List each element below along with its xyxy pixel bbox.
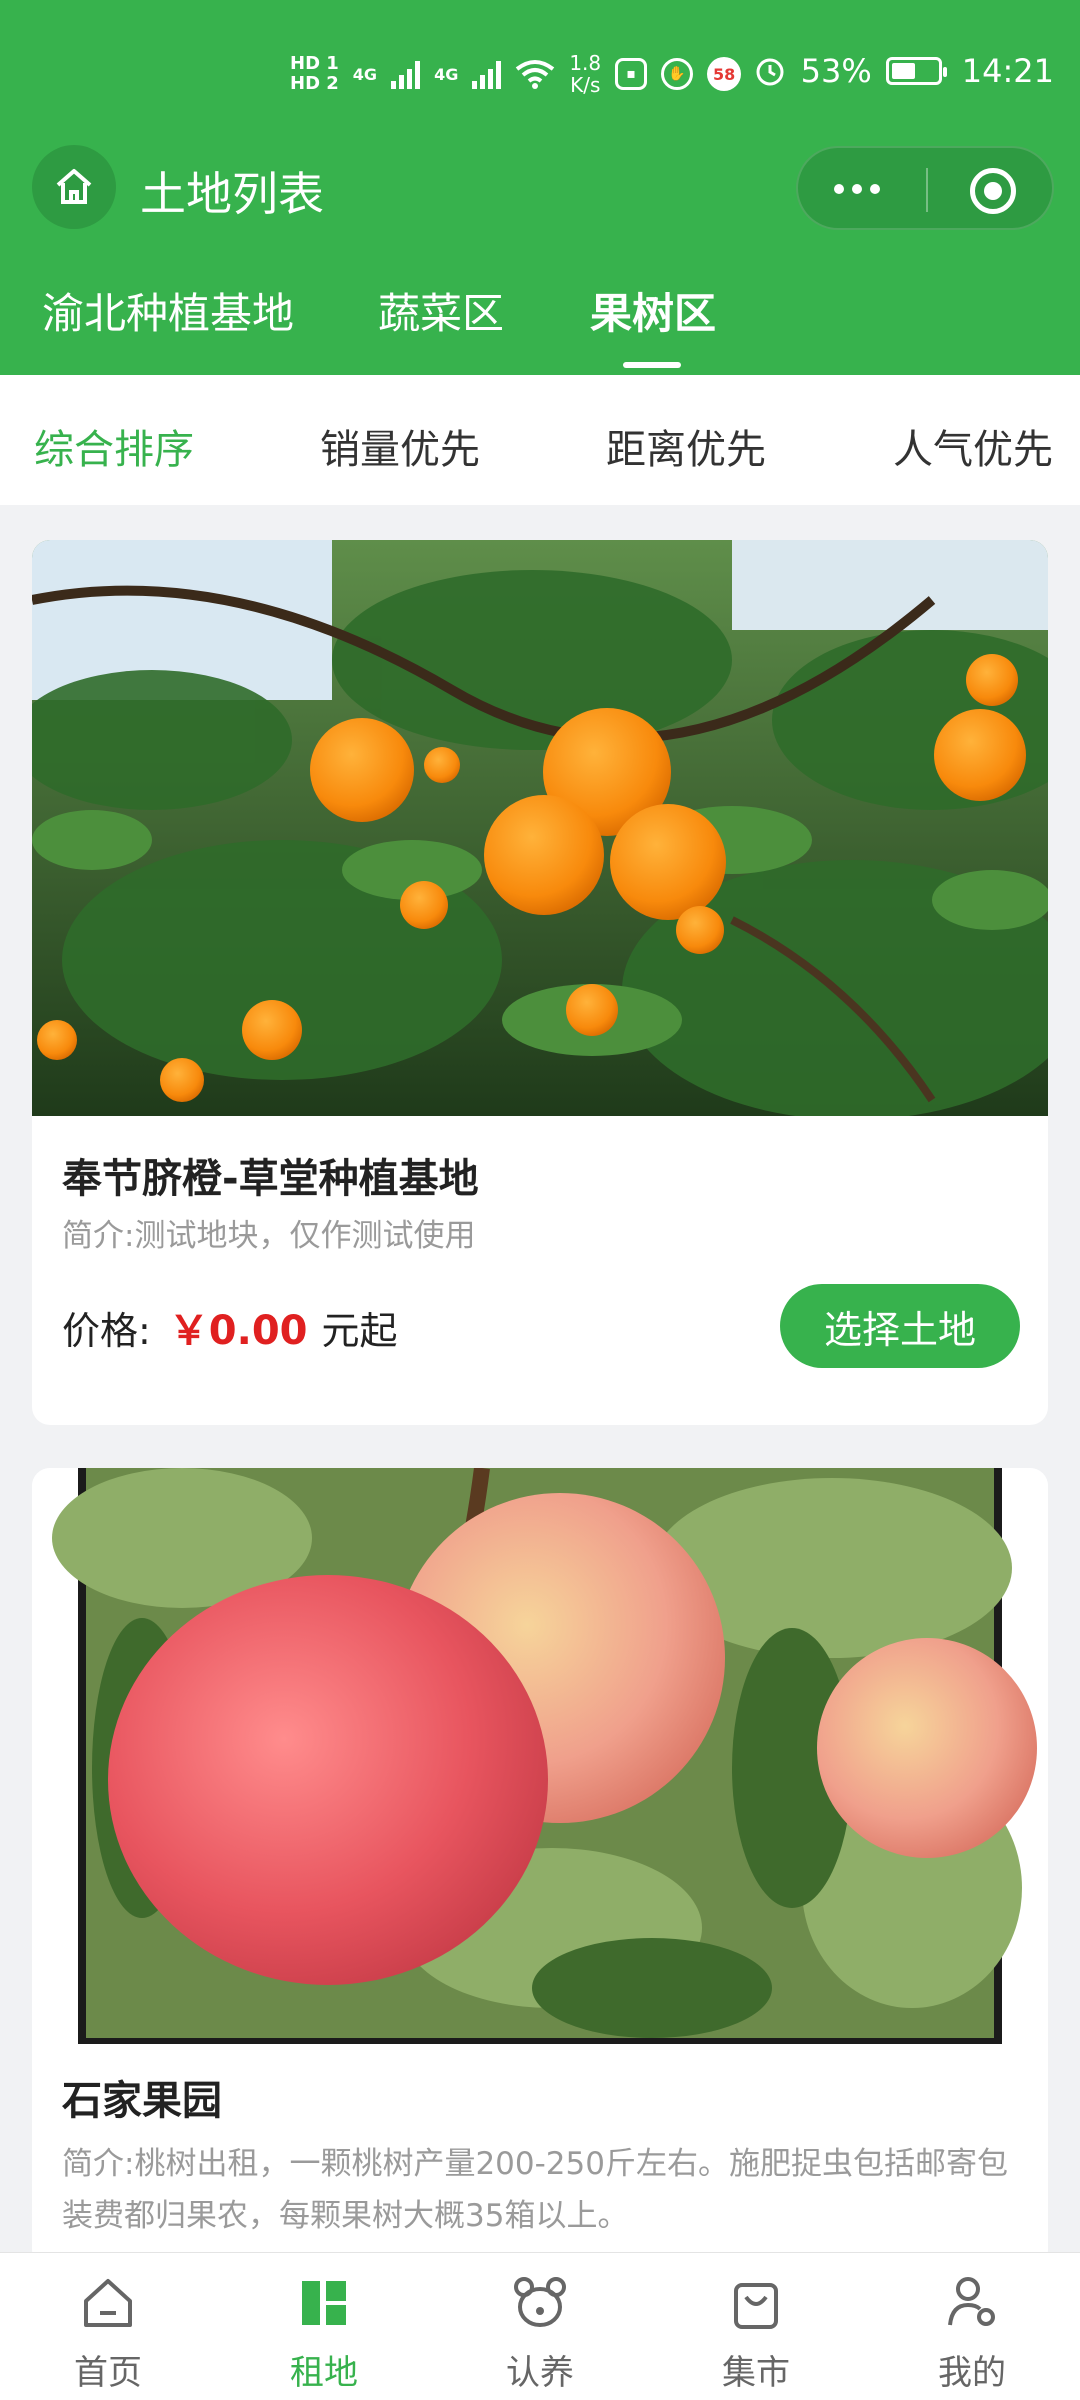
tab-yubei-base[interactable]: 渝北种植基地 xyxy=(42,280,294,341)
tabbar-rent-land[interactable]: 租地 xyxy=(216,2253,432,2400)
select-land-button[interactable]: 选择土地 xyxy=(780,1284,1020,1368)
home-icon xyxy=(84,2279,132,2327)
battery-icon xyxy=(885,57,947,85)
navbar: 土地列表 xyxy=(0,140,1080,240)
clock: 14:21 xyxy=(961,52,1054,90)
land-description: 简介:桃树出租，一颗桃树产量200-250斤左右。施肥捉虫包括邮寄包装费都归果农… xyxy=(62,2146,1008,2234)
network-type-1: 4G xyxy=(352,64,378,84)
signal-icon xyxy=(472,59,502,89)
price-row: 价格: ￥0.00 元起 xyxy=(62,1298,398,1356)
land-card[interactable]: 奉节脐橙-草堂种植基地 简介:测试地块，仅作测试使用 价格: ￥0.00 元起 … xyxy=(32,540,1048,1425)
bear-icon xyxy=(514,2277,566,2327)
price-label: 价格: xyxy=(62,1309,151,1353)
land-title: 奉节脐橙-草堂种植基地 xyxy=(62,1156,479,1202)
peach-tree-image xyxy=(32,1468,1048,2044)
status-bar: HD 1 HD 2 4G 4G 1.8 K/s ▪ ✋ 58 53% 14:21 xyxy=(0,44,1080,114)
land-card[interactable]: 石家果园 简介:桃树出租，一颗桃树产量200-250斤左右。施肥捉虫包括邮寄包装… xyxy=(32,1468,1048,2268)
grid-icon xyxy=(302,2281,346,2325)
orange-tree-image xyxy=(32,540,1048,1116)
app-notification-icon: ▪ xyxy=(615,58,648,90)
bag-icon xyxy=(734,2283,778,2329)
tabbar-mine[interactable]: 我的 xyxy=(864,2253,1080,2400)
app-58-icon: 58 xyxy=(707,57,742,91)
tab-fruit-trees[interactable]: 果树区 xyxy=(590,280,716,341)
more-icon[interactable] xyxy=(834,184,880,194)
tabbar-adopt[interactable]: 认养 xyxy=(432,2253,648,2400)
user-icon xyxy=(948,2277,995,2326)
land-title: 石家果园 xyxy=(62,2078,222,2124)
tab-vegetables[interactable]: 蔬菜区 xyxy=(378,280,504,341)
bottom-tab-bar: 首页 租地 认养 集市 我的 xyxy=(0,2252,1080,2400)
tabbar-market[interactable]: 集市 xyxy=(648,2253,864,2400)
page-title: 土地列表 xyxy=(140,167,324,221)
alarm-icon xyxy=(756,58,784,86)
category-tabs: 渝北种植基地 蔬菜区 果树区 xyxy=(0,270,1080,370)
header: HD 1 HD 2 4G 4G 1.8 K/s ▪ ✋ 58 53% 14:21… xyxy=(0,0,1080,375)
close-target-icon[interactable] xyxy=(970,168,1016,214)
status-left: HD 1 HD 2 4G 4G 1.8 K/s ▪ ✋ 58 xyxy=(290,51,742,97)
sort-bar: 综合排序 销量优先 距离优先 人气优先 xyxy=(0,375,1080,505)
battery-percent: 53% xyxy=(800,52,872,90)
app-notification-icon: ✋ xyxy=(661,58,694,90)
active-tab-indicator xyxy=(623,362,681,368)
network-type-2: 4G xyxy=(434,64,459,84)
hd-indicator: HD 1 HD 2 xyxy=(290,53,339,94)
sort-sales[interactable]: 销量优先 xyxy=(320,417,480,475)
sort-distance[interactable]: 距离优先 xyxy=(606,417,766,475)
land-description: 简介:测试地块，仅作测试使用 xyxy=(62,1218,476,1254)
home-button[interactable] xyxy=(32,145,116,229)
mini-program-capsule xyxy=(796,146,1054,230)
wifi-icon xyxy=(516,60,555,89)
network-speed: 1.8 K/s xyxy=(569,51,602,97)
sort-comprehensive[interactable]: 综合排序 xyxy=(34,417,194,475)
signal-icon xyxy=(391,59,421,89)
home-icon xyxy=(56,169,92,204)
tabbar-home[interactable]: 首页 xyxy=(0,2253,216,2400)
sort-popularity[interactable]: 人气优先 xyxy=(893,417,1053,475)
price-value: ￥0.00 xyxy=(168,1308,308,1354)
status-right: 53% 14:21 xyxy=(753,52,1054,90)
price-suffix: 元起 xyxy=(321,1309,398,1353)
